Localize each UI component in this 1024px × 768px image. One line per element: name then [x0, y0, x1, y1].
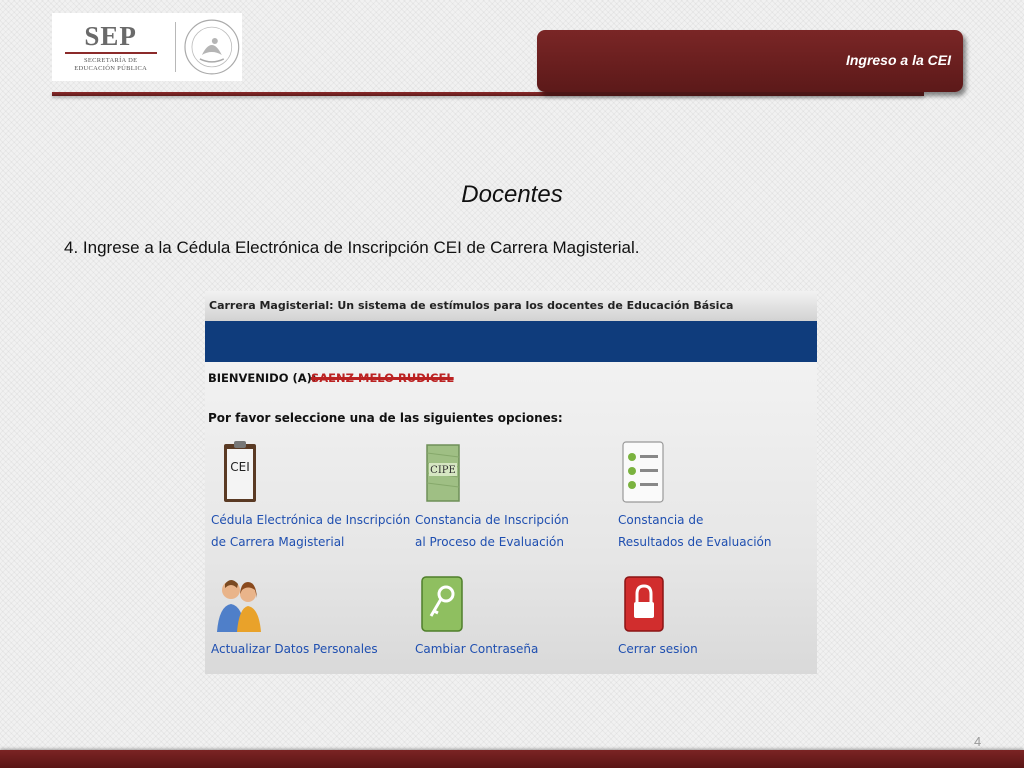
option-label[interactable]: Cambiar Contraseña	[415, 638, 538, 660]
page-number: 4	[974, 734, 982, 749]
option-cerrar-sesion[interactable]: Cerrar sesion	[618, 576, 808, 666]
checklist-icon	[622, 441, 664, 503]
option-resultados[interactable]: Constancia de Resultados de Evaluación	[618, 441, 808, 556]
header-tab-label: Ingreso a la CEI	[845, 52, 951, 68]
option-cipe[interactable]: CIPE Constancia de Inscripción al Proces…	[415, 441, 605, 556]
step-text: 4. Ingrese a la Cédula Electrónica de In…	[64, 238, 640, 257]
logo-name: SEP	[84, 20, 137, 51]
logo-divider	[175, 22, 177, 72]
option-label-line1[interactable]: Constancia de Inscripción	[415, 509, 569, 531]
option-label-line1[interactable]: Constancia de	[618, 509, 771, 531]
welcome-name: SAENZ MELO RUDICEL	[311, 371, 454, 385]
slide-title: Docentes	[461, 181, 563, 208]
key-icon	[421, 576, 463, 632]
options-prompt: Por favor seleccione una de las siguient…	[208, 411, 563, 425]
header-rule	[52, 92, 924, 96]
option-label-line2[interactable]: al Proceso de Evaluación	[415, 531, 569, 553]
lock-icon	[624, 576, 664, 632]
users-icon	[217, 580, 261, 632]
welcome-label: BIENVENIDO (A):	[208, 371, 317, 385]
option-label-line2[interactable]: Resultados de Evaluación	[618, 531, 771, 553]
option-label[interactable]: Actualizar Datos Personales	[211, 638, 378, 660]
header-tab: Ingreso a la CEI	[537, 30, 963, 92]
mexico-seal-icon	[184, 19, 240, 75]
option-label-line1[interactable]: Cédula Electrónica de Inscripción	[211, 509, 410, 531]
option-cambiar-contrasena[interactable]: Cambiar Contraseña	[415, 576, 605, 666]
screenshot-top-bar: Carrera Magisterial: Un sistema de estím…	[205, 291, 817, 321]
option-label[interactable]: Cerrar sesion	[618, 638, 698, 660]
option-actualizar[interactable]: Actualizar Datos Personales	[211, 576, 401, 666]
logo-subtitle-line2: EDUCACIÓN PÚBLICA	[74, 64, 148, 72]
logo-subtitle: SECRETARÍA DE EDUCACIÓN PÚBLICA	[74, 57, 147, 73]
cipe-document-icon: CIPE	[426, 444, 460, 502]
cei-clipboard-icon: CEI	[224, 441, 256, 502]
screenshot-blue-banner	[205, 321, 817, 362]
sep-logo: SEP SECRETARÍA DE EDUCACIÓN PÚBLICA	[52, 13, 242, 81]
option-label-line2[interactable]: de Carrera Magisterial	[211, 531, 410, 553]
embedded-screenshot: Carrera Magisterial: Un sistema de estím…	[205, 291, 817, 674]
cipe-icon-text: CIPE	[430, 465, 456, 476]
logo-subtitle-line1: SECRETARÍA DE	[83, 56, 138, 64]
footer-bar	[0, 750, 1024, 768]
option-cei[interactable]: CEI Cédula Electrónica de Inscripción de…	[211, 441, 410, 556]
logo-rule	[64, 51, 157, 54]
cei-icon-text: CEI	[230, 460, 250, 474]
